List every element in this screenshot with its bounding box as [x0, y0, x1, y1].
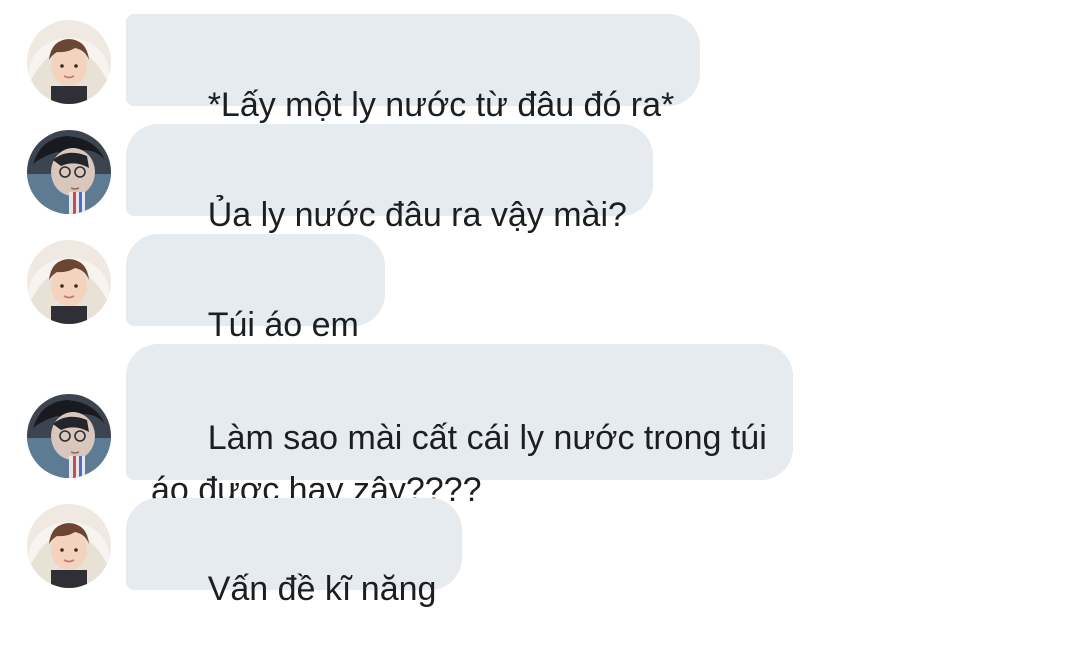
- message-bubble: Ủa ly nước đâu ra vậy mài?: [126, 124, 653, 234]
- message-text: Làm sao mài cất cái ly nước trong túi áo…: [151, 419, 767, 509]
- avatar-girl-icon[interactable]: [27, 20, 111, 104]
- message-text: Túi áo em: [207, 306, 359, 344]
- chat-thread: *Lấy một ly nước từ đâu đó ra* Ủa ly nướ…: [0, 0, 1080, 608]
- message-row: Vấn đề kĩ năng: [0, 498, 1080, 608]
- message-row: Ủa ly nước đâu ra vậy mài?: [0, 124, 1080, 234]
- message-row: *Lấy một ly nước từ đâu đó ra*: [0, 14, 1080, 124]
- message-bubble: Vấn đề kĩ năng: [126, 498, 463, 608]
- avatar-girl-icon[interactable]: [27, 504, 111, 588]
- message-bubble: Túi áo em: [126, 234, 385, 344]
- message-text: Ủa ly nước đâu ra vậy mài?: [207, 196, 627, 234]
- message-row: Túi áo em: [0, 234, 1080, 344]
- message-row: Làm sao mài cất cái ly nước trong túi áo…: [0, 344, 1080, 509]
- avatar-boy-icon[interactable]: [27, 130, 111, 214]
- message-text: Vấn đề kĩ năng: [207, 570, 437, 608]
- message-text: *Lấy một ly nước từ đâu đó ra*: [207, 86, 675, 124]
- avatar-boy-icon[interactable]: [27, 394, 111, 478]
- message-bubble: *Lấy một ly nước từ đâu đó ra*: [126, 14, 701, 124]
- avatar-girl-icon[interactable]: [27, 240, 111, 324]
- message-bubble: Làm sao mài cất cái ly nước trong túi áo…: [126, 344, 793, 509]
